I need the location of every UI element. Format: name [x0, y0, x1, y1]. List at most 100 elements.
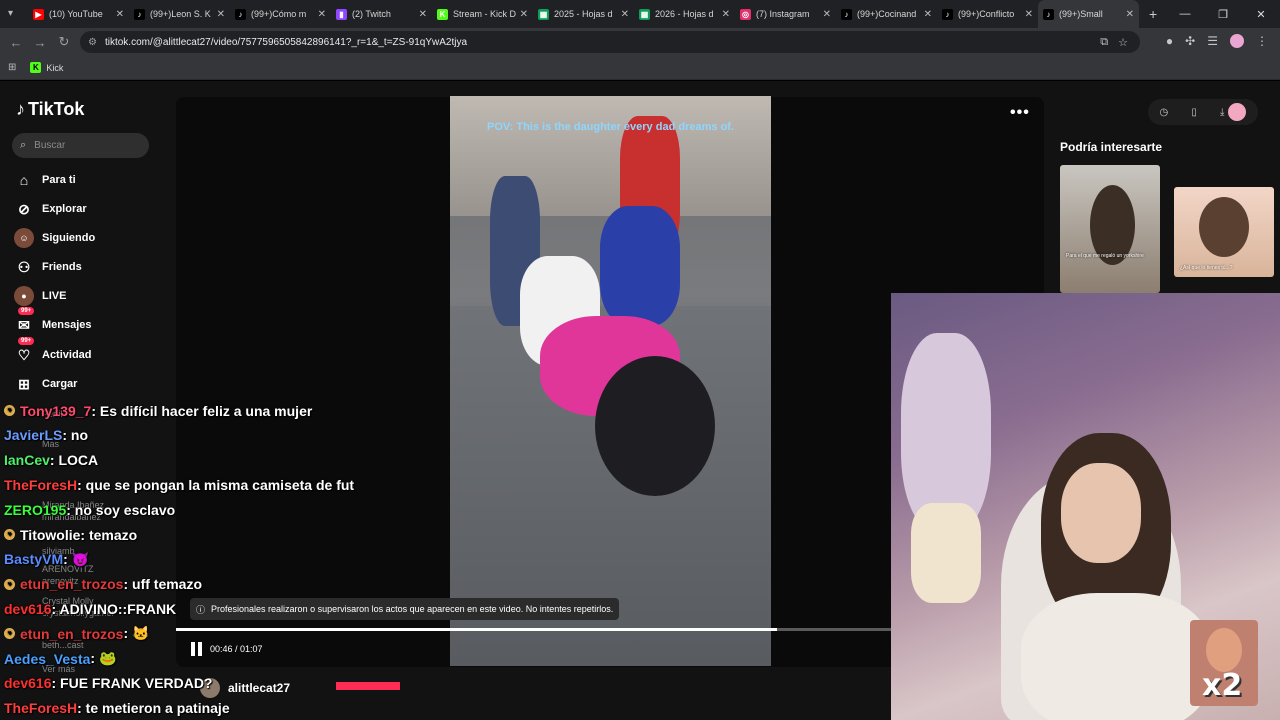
back-button[interactable]: ←	[4, 35, 28, 50]
tab-close-icon[interactable]: ✕	[823, 9, 831, 20]
video-frame[interactable]: POV: This is the daughter every dad drea…	[450, 96, 771, 666]
extension-icon[interactable]: ●	[1166, 34, 1173, 48]
x2-emote-overlay: x2	[1190, 620, 1258, 706]
browser-tab[interactable]: ♪ (99+)Cómo m ✕	[230, 0, 331, 28]
chat-message: ♥ Tony139_7: Es difícil hacer feliz a una…	[4, 398, 312, 423]
recommend-thumb-yorkshire[interactable]: Para el que me regaló un yorkshire	[1060, 165, 1160, 293]
tab-close-icon[interactable]: ✕	[1025, 9, 1033, 20]
tab-label: (99+)Cocinand	[857, 9, 917, 19]
thumb-character	[1199, 197, 1249, 257]
search-icon: ⌕	[20, 139, 27, 151]
tab-search-icon[interactable]: ▾	[8, 8, 13, 19]
sidebar-item-siguiendo[interactable]: ☺ Siguiendo	[14, 226, 95, 250]
maximize-button[interactable]: ❐	[1204, 8, 1242, 21]
extensions-puzzle-icon[interactable]: ✣	[1185, 34, 1195, 48]
chat-text: : ADIVINO::FRANK	[51, 600, 177, 617]
author-name[interactable]: alittlecat27	[228, 681, 290, 695]
follow-button[interactable]	[336, 682, 400, 690]
sidebar-item-live[interactable]: ● LIVE	[14, 284, 66, 308]
speed-icon[interactable]: ◷	[1160, 107, 1169, 118]
sidebar-item-label: LIVE	[42, 290, 67, 302]
download-icon[interactable]: ⤓	[1220, 107, 1224, 118]
chat-message: dev616: ADIVINO::FRANK	[4, 596, 176, 621]
browser-tab[interactable]: ♪ (99+)Leon S. K ✕	[129, 0, 230, 28]
tab-close-icon[interactable]: ✕	[318, 9, 326, 20]
menu-icon[interactable]: ⋮	[1256, 34, 1268, 48]
sidebar-item-friends[interactable]: ⚇ Friends	[14, 255, 82, 279]
tab-close-icon[interactable]: ✕	[419, 9, 427, 20]
browser-tab[interactable]: ▦ 2026 - Hojas d ✕	[634, 0, 735, 28]
following-avatar-icon: ☺	[14, 228, 34, 248]
kick-icon: K	[30, 62, 42, 73]
chat-username: dev616	[4, 675, 52, 692]
more-options-icon[interactable]: •••	[1010, 104, 1030, 122]
chat-message: ♥ Titowolie: temazo	[4, 522, 137, 547]
bookmark-star-icon[interactable]: ☆	[1118, 36, 1128, 49]
tab-label: (99+)Leon S. K	[150, 9, 211, 19]
tiktok-icon: ♪	[841, 8, 852, 20]
chat-message: IanCev: LOCA	[4, 448, 98, 473]
video-caption: POV: This is the daughter every dad drea…	[487, 121, 734, 133]
browser-tab[interactable]: ▦ 2025 - Hojas d ✕	[533, 0, 634, 28]
search-input[interactable]: ⌕ Buscar	[12, 133, 149, 158]
sidebar-item-actividad[interactable]: ♡ 99+ Actividad	[14, 337, 92, 367]
chat-text: : Es difícil hacer feliz a una mujer	[91, 402, 313, 419]
sidebar-item-explorar[interactable]: ⊘ Explorar	[14, 197, 87, 221]
tab-close-icon[interactable]: ✕	[1126, 9, 1134, 20]
kick-icon: K	[437, 8, 448, 20]
tab-strip: ▶ (10) YouTube ✕ ♪ (99+)Leon S. K ✕ ♪ (99+)Cómo…	[28, 0, 1139, 28]
tiktok-logo[interactable]: ♪ TikTok	[16, 99, 84, 120]
minimize-button[interactable]: —	[1166, 8, 1204, 20]
tab-close-icon[interactable]: ✕	[116, 9, 124, 20]
reading-list-icon[interactable]: ☰	[1207, 34, 1218, 48]
mobile-icon[interactable]: ▯	[1191, 107, 1197, 118]
sidebar-item-label: Siguiendo	[42, 232, 96, 244]
chat-text: : que se pongan la misma camiseta de fut	[77, 476, 355, 493]
site-info-icon[interactable]: ⚙	[88, 37, 97, 48]
chat-text: : temazo	[80, 526, 138, 543]
browser-tab[interactable]: ♪ (99+)Small ✕	[1038, 0, 1139, 28]
user-avatar[interactable]	[1228, 103, 1246, 121]
bookmark-kick[interactable]: Kick	[46, 63, 63, 73]
sidebar-item-cargar[interactable]: ⊞ Cargar	[14, 372, 77, 396]
url-field[interactable]: ⚙ tiktok.com/@alittlecat27/video/7577596…	[80, 31, 1140, 53]
reload-button[interactable]: ↻	[52, 34, 76, 50]
new-tab-button[interactable]: +	[1149, 6, 1157, 22]
cast-icon[interactable]: ⧉	[1100, 36, 1108, 49]
tab-close-icon[interactable]: ✕	[722, 9, 730, 20]
browser-tab[interactable]: ▶ (10) YouTube ✕	[28, 0, 129, 28]
browser-tab[interactable]: K Stream - Kick D ✕	[432, 0, 533, 28]
recommend-thumb-anime[interactable]: ¿Así que lo tienes tú...?	[1174, 187, 1274, 277]
tab-close-icon[interactable]: ✕	[924, 9, 932, 20]
tab-close-icon[interactable]: ✕	[217, 9, 225, 20]
chat-username: JavierLS	[4, 427, 63, 444]
sidebar-item-para-ti[interactable]: ⌂ Para ti	[14, 168, 76, 192]
browser-tab[interactable]: ◎ (7) Instagram ✕	[735, 0, 836, 28]
video-progress-bar[interactable]	[176, 628, 892, 631]
browser-tab[interactable]: ♪ (99+)Conflicto ✕	[937, 0, 1038, 28]
browser-tab-bar: ▾ ▶ (10) YouTube ✕ ♪ (99+)Leon S. K ✕ ♪ (99+)Có…	[0, 0, 1280, 28]
tab-close-icon[interactable]: ✕	[621, 9, 629, 20]
apps-grid-icon[interactable]: ⊞	[8, 62, 16, 73]
chat-badge-icon: ♥	[4, 628, 15, 640]
profile-avatar[interactable]	[1230, 34, 1244, 48]
sidebar-item-mensajes[interactable]: ✉ 99+ Mensajes	[14, 307, 92, 337]
browser-tab[interactable]: ▮ (2) Twitch ✕	[331, 0, 432, 28]
browser-tab[interactable]: ♪ (99+)Cocinand ✕	[836, 0, 937, 28]
thumb1-text: Para el que me regaló un yorkshire	[1066, 253, 1144, 259]
tab-label: (10) YouTube	[49, 9, 103, 19]
chat-text: : no	[62, 427, 89, 444]
webcam-jacket	[1021, 593, 1211, 720]
tab-close-icon[interactable]: ✕	[520, 9, 528, 20]
x2-text: x2	[1202, 668, 1243, 703]
chat-username: Aedes_Vesta	[4, 650, 91, 667]
tiktok-icon: ♪	[942, 8, 953, 20]
chat-message: ♥ etun_en_trozos: 🐱	[4, 621, 149, 646]
sidebar-item-label: Para ti	[42, 174, 76, 186]
chat-message: ZERO195: no soy esclavo	[4, 497, 175, 522]
forward-button[interactable]: →	[28, 35, 52, 50]
address-bar-row: ← → ↻ ⚙ tiktok.com/@alittlecat27/video/7…	[0, 28, 1280, 56]
close-window-button[interactable]: ✕	[1242, 8, 1280, 21]
chat-badge-icon: ♥	[4, 405, 15, 416]
pause-button[interactable]	[191, 642, 203, 656]
